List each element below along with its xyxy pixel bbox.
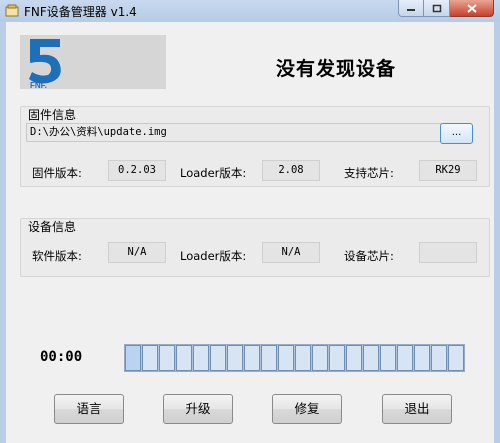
device-status-title: 没有发现设备 [275, 58, 396, 80]
window-frame-right [494, 22, 500, 443]
firmware-loader-label: Loader版本: [180, 166, 247, 180]
progress-segment [380, 345, 396, 371]
logo-mark: FNF. [29, 39, 61, 90]
progress-segment [125, 345, 141, 371]
main-panel: FNF. 没有发现设备 固件信息 D:\办公\资料\update.img ...… [6, 22, 494, 443]
exit-button[interactable]: 退出 [382, 394, 452, 424]
maximize-button[interactable] [424, 0, 450, 17]
software-version-value: N/A [108, 242, 166, 263]
firmware-loader-value: 2.08 [262, 160, 320, 181]
progress-segment [193, 345, 209, 371]
device-loader-value: N/A [262, 242, 320, 263]
progress-segment [431, 345, 447, 371]
elapsed-timer: 00:00 [40, 349, 83, 365]
progress-segment [227, 345, 243, 371]
app-icon [5, 4, 19, 17]
device-chip-label: 设备芯片: [344, 249, 394, 263]
progress-segment [210, 345, 226, 371]
upgrade-button[interactable]: 升级 [163, 394, 233, 424]
progress-segment [142, 345, 158, 371]
progress-segment [346, 345, 362, 371]
supported-chip-value: RK29 [419, 160, 477, 181]
supported-chip-label: 支持芯片: [344, 166, 394, 180]
progress-segment [261, 345, 277, 371]
firmware-version-label: 固件版本: [32, 166, 82, 180]
firmware-group-label: 固件信息 [28, 108, 77, 122]
progress-segment [363, 345, 379, 371]
window-controls [398, 0, 494, 18]
device-chip-value [419, 242, 477, 263]
close-icon [466, 3, 477, 13]
fnf-logo: FNF. [20, 35, 166, 90]
device-loader-label: Loader版本: [180, 249, 247, 263]
logo-text: FNF. [30, 81, 47, 89]
progress-segment [397, 345, 413, 371]
close-button[interactable] [450, 0, 494, 17]
firmware-version-value: 0.2.03 [108, 160, 166, 181]
progress-segment [278, 345, 294, 371]
progress-segment [414, 345, 430, 371]
minimize-icon [407, 9, 415, 11]
title-bar: FNF设备管理器 v1.4 [0, 0, 500, 22]
maximize-icon [432, 4, 441, 12]
progress-segment [176, 345, 192, 371]
upgrade-progress-bar [124, 344, 465, 372]
language-button[interactable]: 语言 [54, 394, 124, 424]
browse-button[interactable]: ... [440, 123, 473, 144]
window-title: FNF设备管理器 v1.4 [24, 5, 137, 19]
software-version-label: 软件版本: [32, 249, 82, 263]
firmware-path-field[interactable]: D:\办公\资料\update.img [26, 123, 442, 142]
progress-segment [159, 345, 175, 371]
device-group-label: 设备信息 [28, 220, 77, 234]
progress-segment [329, 345, 345, 371]
progress-segment [295, 345, 311, 371]
minimize-button[interactable] [398, 0, 424, 17]
repair-button[interactable]: 修复 [272, 394, 342, 424]
progress-segment [312, 345, 328, 371]
progress-segment [244, 345, 260, 371]
progress-segment [448, 345, 464, 371]
